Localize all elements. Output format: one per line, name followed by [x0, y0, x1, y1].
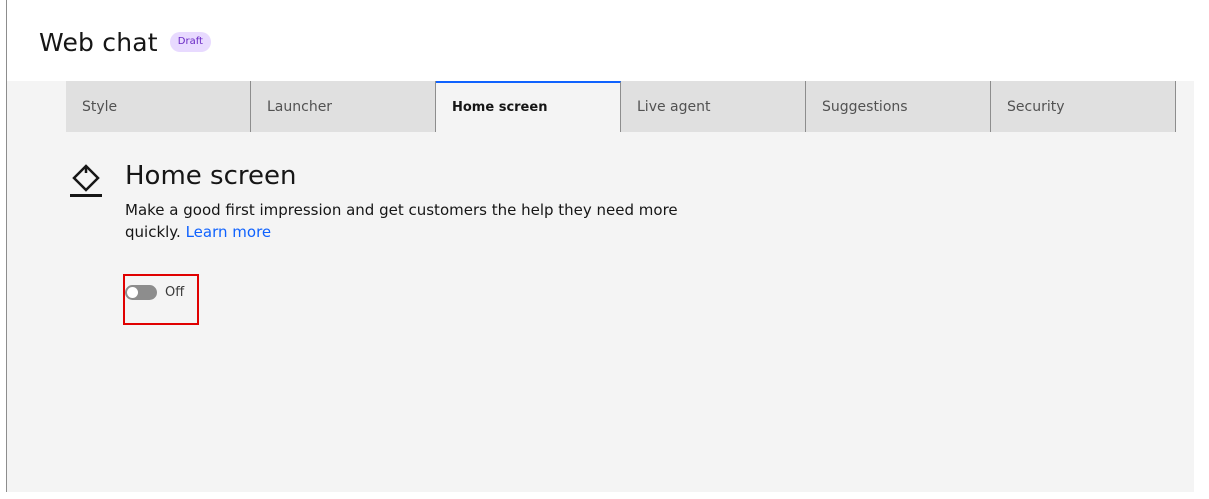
tab-label: Style — [82, 98, 118, 115]
home-screen-toggle[interactable]: Off — [125, 285, 184, 300]
tab-label: Home screen — [452, 100, 548, 115]
tab-bar: Style Launcher Home screen Live agent Su… — [66, 81, 1176, 132]
toggle-knob — [127, 287, 138, 298]
app-frame: Web chat Draft Style Launcher Home scree… — [0, 0, 1209, 499]
section-description: Make a good first impression and get cus… — [125, 199, 685, 243]
tab-label: Suggestions — [822, 98, 908, 115]
tab-style[interactable]: Style — [66, 81, 251, 132]
tab-label: Security — [1007, 98, 1065, 115]
content-panel: Style Launcher Home screen Live agent Su… — [7, 81, 1194, 492]
tab-label: Live agent — [637, 98, 711, 115]
tab-suggestions[interactable]: Suggestions — [806, 81, 991, 132]
learn-more-link[interactable]: Learn more — [186, 223, 272, 241]
tab-security[interactable]: Security — [991, 81, 1176, 132]
toggle-track[interactable] — [125, 285, 157, 300]
paint-bucket-icon — [70, 164, 102, 197]
tab-home-screen[interactable]: Home screen — [436, 81, 621, 132]
status-badge: Draft — [169, 32, 211, 52]
tab-live-agent[interactable]: Live agent — [621, 81, 806, 132]
page-header: Web chat Draft — [39, 22, 211, 62]
tab-label: Launcher — [267, 98, 333, 115]
section-title: Home screen — [125, 161, 297, 191]
tab-launcher[interactable]: Launcher — [251, 81, 436, 132]
toggle-label: Off — [165, 285, 185, 300]
page-title: Web chat — [39, 27, 158, 57]
